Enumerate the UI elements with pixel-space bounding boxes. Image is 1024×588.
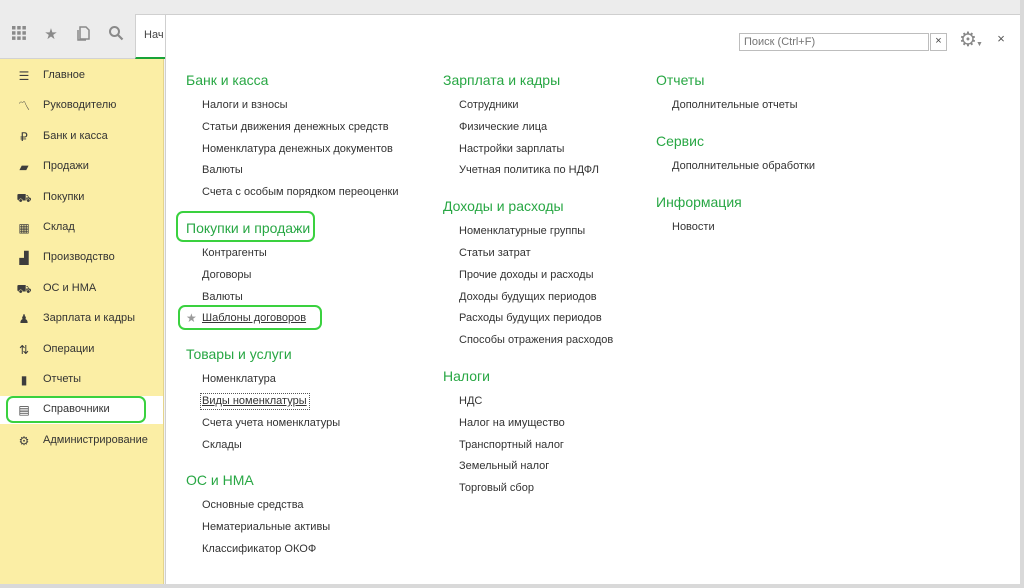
settings-gear-icon[interactable]: ⚙ bbox=[956, 28, 980, 52]
menu-link[interactable]: Нематериальные активы bbox=[202, 521, 330, 533]
menu-link[interactable]: Земельный налог bbox=[459, 460, 549, 472]
section-title: Отчеты bbox=[656, 72, 705, 88]
menu-link[interactable]: Налог на имущество bbox=[459, 417, 565, 429]
sidebar-item[interactable]: ₽ Банк и касса bbox=[0, 123, 163, 151]
menu-link[interactable]: Шаблоны договоров bbox=[202, 312, 306, 324]
tab-home-label: Нач bbox=[144, 29, 164, 41]
highlight-section-purchases-sales bbox=[176, 211, 315, 242]
shopping-cart-icon: ⛟ bbox=[16, 190, 32, 205]
menu-link[interactable]: Счета учета номенклатуры bbox=[202, 417, 340, 429]
sidebar-item-label: Продажи bbox=[43, 160, 89, 173]
search-icon[interactable] bbox=[106, 25, 126, 45]
menu-link[interactable]: Контрагенты bbox=[202, 247, 267, 259]
close-button[interactable]: × bbox=[994, 31, 1008, 47]
menu-link[interactable]: Статьи движения денежных средств bbox=[202, 121, 389, 133]
menu-link[interactable]: Счета с особым порядком переоценки bbox=[202, 186, 399, 198]
history-icon[interactable] bbox=[74, 25, 94, 45]
sidebar-item-label: Покупки bbox=[43, 190, 85, 203]
section-title: Зарплата и кадры bbox=[443, 72, 561, 88]
menu-link[interactable]: Валюты bbox=[202, 291, 243, 303]
section-title: Налоги bbox=[443, 368, 490, 384]
menu-link[interactable]: Дополнительные отчеты bbox=[672, 99, 797, 111]
menu-link[interactable]: НДС bbox=[459, 395, 482, 407]
sidebar-item[interactable]: ▦ Склад bbox=[0, 214, 163, 242]
section-title: Банк и касса bbox=[186, 72, 269, 88]
section-title: Сервис bbox=[656, 132, 704, 149]
menu-link[interactable]: Торговый сбор bbox=[459, 482, 534, 494]
sidebar-item-label: Зарплата и кадры bbox=[43, 312, 136, 325]
menu-link[interactable]: Транспортный налог bbox=[459, 439, 564, 451]
menu-link[interactable]: Расходы будущих периодов bbox=[459, 312, 602, 324]
sidebar-item[interactable]: ☰ Главное bbox=[0, 62, 163, 90]
ruble-coin-icon: ₽ bbox=[20, 129, 28, 144]
sidebar-item-label: Операции bbox=[43, 342, 95, 355]
sidebar: ☰ Главное 〽 Руководителю ₽ Банк и касса ▰ Прода… bbox=[0, 59, 164, 584]
menu-link[interactable]: Договоры bbox=[202, 269, 251, 281]
menu-link[interactable]: Доходы будущих периодов bbox=[459, 291, 597, 303]
sidebar-item[interactable]: ⛟ Покупки bbox=[0, 184, 163, 212]
sidebar-item-label: Отчеты bbox=[43, 373, 82, 385]
sidebar-item[interactable]: ⚙ Администрирование bbox=[0, 427, 163, 455]
sidebar-item[interactable]: ⛟ ОС и НМА bbox=[0, 275, 163, 303]
menu-link[interactable]: Физические лица bbox=[459, 121, 547, 133]
sidebar-item-label: ОС и НМА bbox=[43, 281, 97, 294]
menu-link[interactable]: Настройки зарплаты bbox=[459, 143, 564, 155]
app-window: ★ Нач ☰ Главное 〽 Руководителю ₽ Банк и касса… bbox=[0, 0, 1020, 584]
truck-icon: ⛟ bbox=[16, 281, 32, 296]
bar-chart-icon: ▮ bbox=[20, 373, 28, 387]
menu-link[interactable]: Классификатор ОКОФ bbox=[202, 543, 316, 555]
sidebar-item[interactable]: ⇅ Операции bbox=[0, 336, 163, 364]
chevron-down-icon[interactable]: ▼ bbox=[976, 41, 983, 48]
menu-link[interactable]: Валюты bbox=[202, 164, 243, 176]
search-field[interactable] bbox=[739, 33, 929, 51]
factory-icon: ▟ bbox=[19, 251, 29, 266]
menu-link[interactable]: Новости bbox=[672, 221, 715, 233]
menu-link[interactable]: Номенклатурные группы bbox=[459, 225, 585, 237]
trend-chart-icon: 〽 bbox=[17, 99, 30, 114]
menu-link[interactable]: Дополнительные обработки bbox=[672, 160, 815, 172]
search-clear-button[interactable]: × bbox=[930, 33, 947, 51]
title-strip bbox=[0, 0, 1020, 14]
menu-link[interactable]: Прочие доходы и расходы bbox=[459, 269, 594, 281]
menu-link[interactable]: Учетная политика по НДФЛ bbox=[459, 164, 599, 176]
shopping-bag-icon: ▰ bbox=[19, 160, 29, 175]
menu-link[interactable]: Основные средства bbox=[202, 499, 304, 511]
menu-link[interactable]: Налоги и взносы bbox=[202, 99, 288, 111]
sidebar-item-label: Производство bbox=[43, 251, 115, 264]
menu-link[interactable]: Номенклатура bbox=[202, 373, 276, 385]
menu-link[interactable]: Виды номенклатуры bbox=[202, 395, 307, 407]
section-title: Информация bbox=[656, 193, 742, 210]
sidebar-item[interactable]: 〽 Руководителю bbox=[0, 92, 163, 120]
section-title: Товары и услуги bbox=[186, 346, 292, 363]
sidebar-item[interactable]: ▮ Отчеты bbox=[0, 366, 163, 394]
gear-icon: ⚙ bbox=[18, 433, 30, 448]
sidebar-item-label: Администрирование bbox=[43, 433, 148, 446]
menu-link[interactable]: Склады bbox=[202, 439, 242, 451]
search-input[interactable] bbox=[744, 35, 924, 49]
menu-link[interactable]: Способы отражения расходов bbox=[459, 334, 613, 346]
sidebar-item-label: Банк и касса bbox=[43, 129, 108, 142]
function-menu-panel: × ⚙ ▼ × Банк и касса Налоги и взносы Стать… bbox=[165, 14, 1020, 584]
menu-link[interactable]: Статьи затрат bbox=[459, 247, 531, 259]
person-icon: ♟ bbox=[18, 312, 30, 327]
menu-link[interactable]: Сотрудники bbox=[459, 99, 519, 111]
sidebar-item-label: Склад bbox=[43, 221, 75, 233]
favorites-star-icon[interactable]: ★ bbox=[41, 25, 61, 45]
menu-lines-icon: ☰ bbox=[18, 69, 30, 83]
sidebar-item[interactable]: ▟ Производство bbox=[0, 244, 163, 272]
sidebar-item-label: Главное bbox=[43, 69, 86, 81]
apps-grid-icon[interactable] bbox=[9, 25, 29, 45]
section-title: Доходы и расходы bbox=[443, 198, 564, 215]
operations-icon: ⇅ bbox=[18, 342, 30, 357]
menu-link[interactable]: Номенклатура денежных документов bbox=[202, 143, 393, 155]
highlight-sidebar-references bbox=[6, 396, 146, 423]
sidebar-item-label: Руководителю bbox=[43, 99, 117, 112]
sidebar-item[interactable]: ♟ Зарплата и кадры bbox=[0, 305, 163, 333]
warehouse-boxes-icon: ▦ bbox=[18, 221, 30, 235]
sidebar-item[interactable]: ▰ Продажи bbox=[0, 153, 163, 181]
section-title: ОС и НМА bbox=[186, 472, 254, 489]
